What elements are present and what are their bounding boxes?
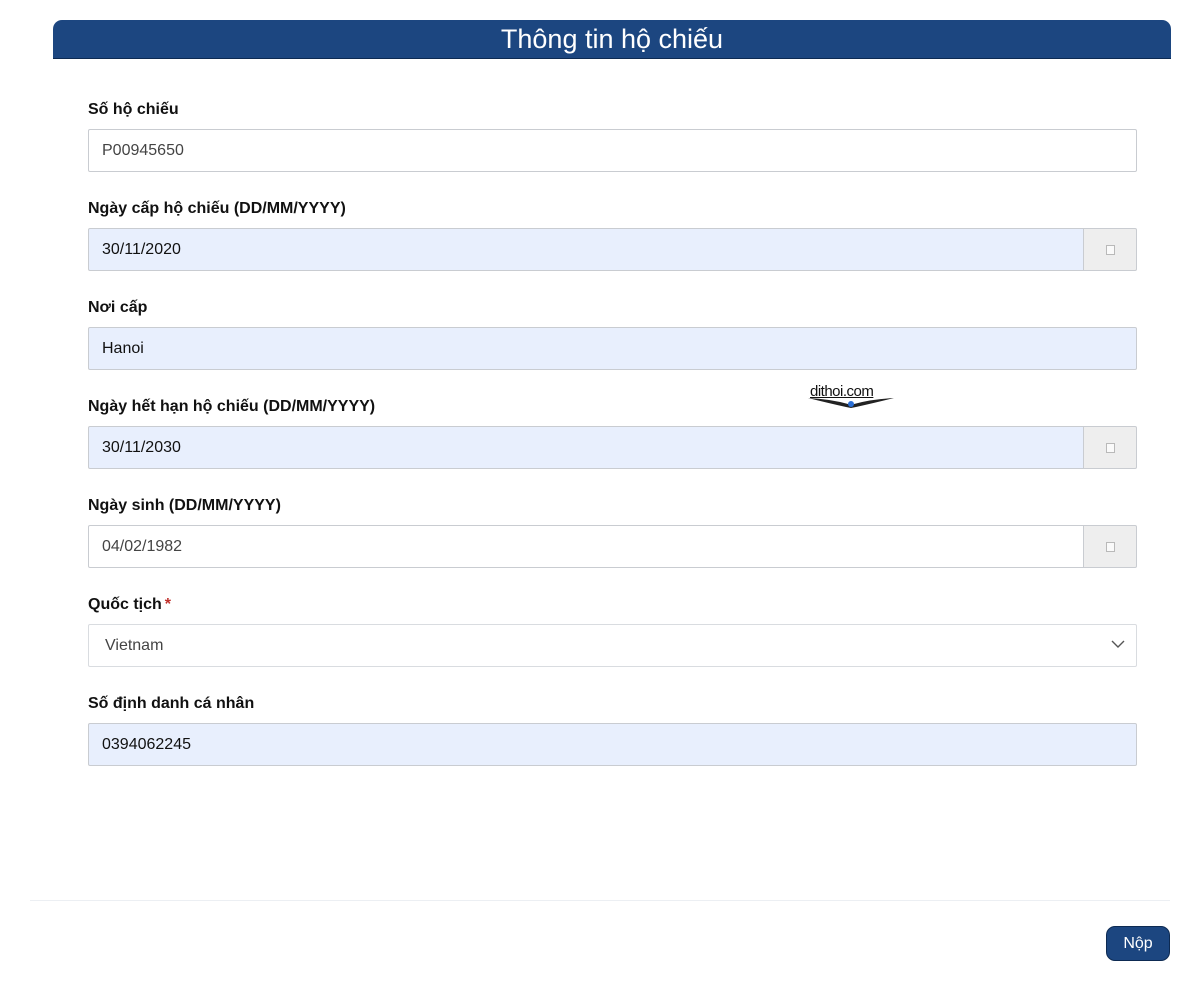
date-of-birth-label: Ngày sinh (DD/MM/YYYY) xyxy=(88,497,281,514)
submit-button[interactable]: Nộp xyxy=(1106,926,1170,961)
calendar-icon xyxy=(1106,245,1115,255)
nationality-label-text: Quốc tịch xyxy=(88,596,162,613)
issue-date-picker-button[interactable] xyxy=(1084,228,1137,271)
passport-number-input[interactable]: P00945650 xyxy=(88,129,1137,172)
watermark-logo: dithoi.com xyxy=(806,383,896,409)
passport-number-label: Số hộ chiếu xyxy=(88,101,179,118)
place-of-issue-label: Nơi cấp xyxy=(88,299,148,316)
nationality-selected-value: Vietnam xyxy=(105,637,164,654)
expiry-date-picker-button[interactable] xyxy=(1084,426,1137,469)
chevron-down-icon xyxy=(1111,640,1125,648)
place-of-issue-input[interactable]: Hanoi xyxy=(88,327,1137,370)
nationality-label: Quốc tịch * xyxy=(88,596,171,614)
date-of-birth-picker-button[interactable] xyxy=(1084,525,1137,568)
page-title: Thông tin hộ chiếu xyxy=(53,20,1171,59)
calendar-icon xyxy=(1106,443,1115,453)
passport-info-page: Thông tin hộ chiếu Số hộ chiếu P00945650… xyxy=(0,0,1200,987)
issue-date-label: Ngày cấp hộ chiếu (DD/MM/YYYY) xyxy=(88,200,346,217)
nationality-select[interactable]: Vietnam xyxy=(88,624,1137,667)
expiry-date-label: Ngày hết hạn hộ chiếu (DD/MM/YYYY) xyxy=(88,398,376,415)
calendar-icon xyxy=(1106,542,1115,552)
required-mark: * xyxy=(164,596,172,613)
personal-id-input[interactable]: 0394062245 xyxy=(88,723,1137,766)
wings-icon xyxy=(808,398,894,408)
personal-id-label: Số định danh cá nhân xyxy=(88,695,255,712)
footer-divider xyxy=(30,900,1170,901)
date-of-birth-input[interactable]: 04/02/1982 xyxy=(88,525,1084,568)
expiry-date-input[interactable]: 30/11/2030 xyxy=(88,426,1084,469)
issue-date-input[interactable]: 30/11/2020 xyxy=(88,228,1084,271)
